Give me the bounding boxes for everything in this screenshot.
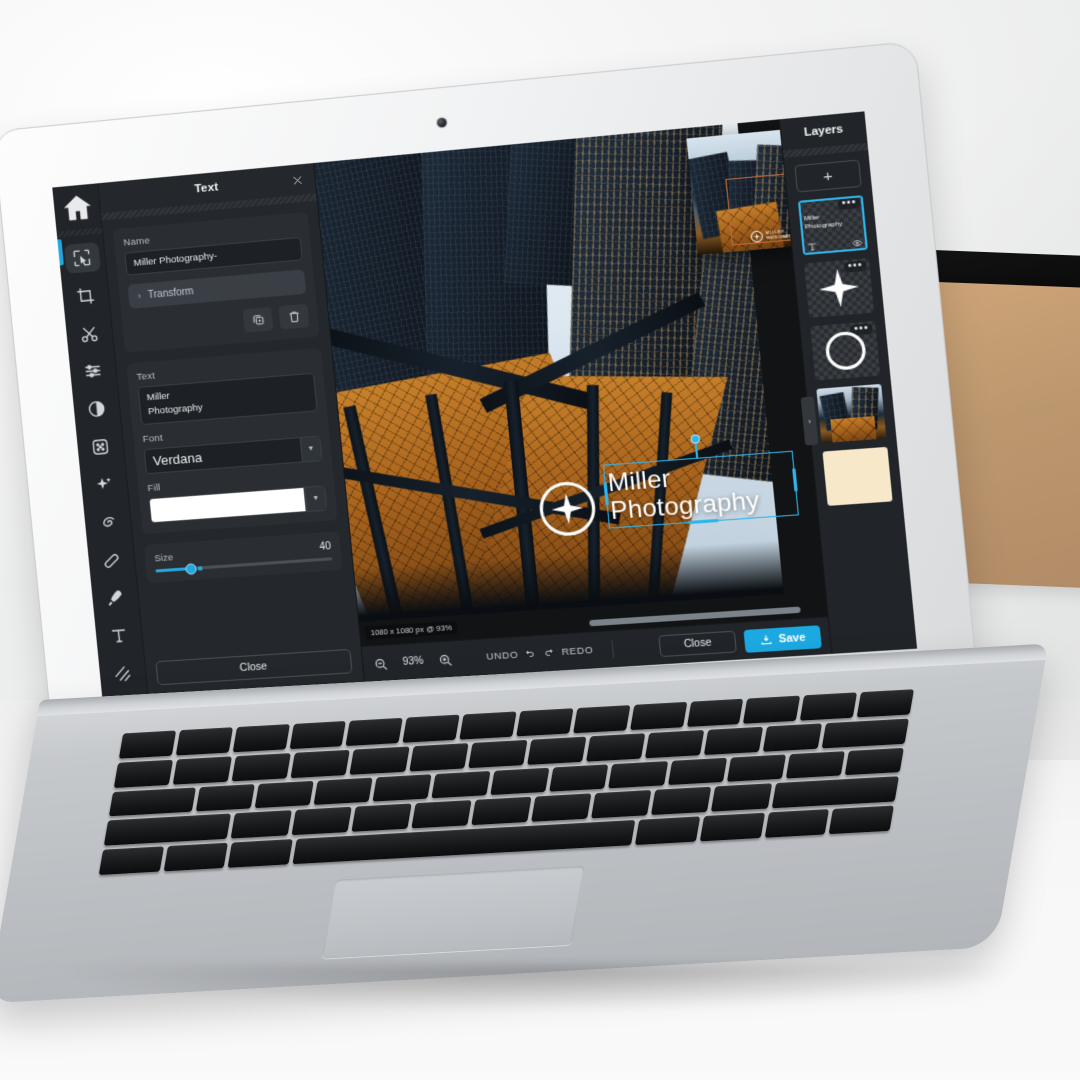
- toolbar-divider: [611, 640, 615, 659]
- tool-liquify-spiral-icon[interactable]: [89, 507, 126, 538]
- undo-button[interactable]: UNDO: [486, 648, 536, 663]
- tool-brush-icon[interactable]: [97, 583, 134, 614]
- redo-arrow-icon: [544, 647, 558, 660]
- size-slider-tick: [197, 565, 202, 571]
- panel-title: Text: [193, 181, 220, 196]
- tool-crop-icon[interactable]: [67, 280, 104, 312]
- layer-footer: [802, 235, 868, 255]
- ring-shape-thumb: [810, 321, 880, 381]
- layer-background-color[interactable]: [822, 446, 893, 506]
- undo-label: UNDO: [485, 649, 519, 663]
- star-glyph: [550, 492, 585, 525]
- size-label: Size: [153, 552, 174, 565]
- text-layer-icon: [806, 241, 818, 252]
- history-controls: UNDO REDO: [486, 644, 594, 663]
- preview-logo-icon: [750, 230, 764, 243]
- layer-circle-shape[interactable]: •••: [810, 320, 881, 381]
- size-value: 40: [318, 540, 332, 553]
- tool-cut-scissors-icon[interactable]: [71, 318, 108, 350]
- transform-accordion[interactable]: › Transform: [127, 269, 307, 309]
- tool-pattern-hatch-icon[interactable]: [104, 659, 141, 690]
- tool-text-tool-icon[interactable]: [100, 621, 137, 652]
- layer-actions: [131, 303, 310, 342]
- duplicate-icon[interactable]: [242, 306, 274, 333]
- tool-select-move-icon[interactable]: [63, 241, 101, 274]
- scene-photograph: Text Name Miller Photography- › Transfor…: [0, 0, 1080, 1080]
- zoom-in-icon[interactable]: [435, 650, 456, 670]
- add-layer-button[interactable]: +: [794, 159, 862, 193]
- trash-icon[interactable]: [278, 303, 310, 330]
- save-download-icon: [760, 633, 774, 646]
- laptop-computer: Text Name Miller Photography- › Transfor…: [0, 0, 1080, 1080]
- undo-arrow-icon: [522, 648, 536, 661]
- font-select-value: Verdana: [152, 449, 203, 469]
- photo-editor-app: Text Name Miller Photography- › Transfor…: [52, 111, 918, 699]
- chevron-down-icon: ▼: [304, 486, 327, 512]
- laptop-display: Text Name Miller Photography- › Transfor…: [52, 111, 918, 699]
- tool-effects-grid-icon[interactable]: [82, 431, 119, 462]
- zoom-controls: 93%: [371, 650, 456, 674]
- zoom-out-icon[interactable]: [371, 654, 391, 673]
- solid-color-thumb: [822, 446, 893, 506]
- laptop-base: [0, 643, 1049, 1004]
- laptop-lid: Text Name Miller Photography- › Transfor…: [0, 40, 979, 738]
- layer-menu-icon[interactable]: •••: [838, 197, 861, 210]
- save-label: Save: [778, 630, 807, 646]
- layer-photo[interactable]: [816, 383, 887, 444]
- tool-contrast-icon[interactable]: [78, 393, 115, 425]
- canvas-viewport[interactable]: Miller Photography M I L L E R PHOTOGRAP…: [314, 119, 828, 647]
- editor-close-button[interactable]: Close: [658, 630, 738, 658]
- fill-color-swatch: [149, 487, 307, 523]
- tool-home-icon[interactable]: [58, 190, 95, 227]
- chevron-right-icon: ›: [137, 290, 142, 301]
- canvas-text-layer[interactable]: Miller Photography: [606, 460, 761, 526]
- size-card: Size 40: [143, 531, 343, 584]
- chevron-down-icon: ▼: [299, 436, 322, 462]
- transform-label: Transform: [147, 285, 195, 301]
- zoom-level: 93%: [402, 655, 425, 669]
- tool-sparkle-icon[interactable]: [86, 469, 123, 500]
- layer-star-shape[interactable]: •••: [804, 258, 875, 318]
- eye-icon: [851, 237, 863, 248]
- redo-label: REDO: [561, 644, 594, 659]
- tool-heal-bandage-icon[interactable]: [93, 545, 130, 576]
- layer-caption: Miller Photography: [803, 214, 843, 231]
- building-left-c: [504, 128, 581, 287]
- layer-text[interactable]: ••• Miller Photography: [797, 195, 868, 256]
- selection-handle-right[interactable]: [792, 468, 798, 492]
- save-button[interactable]: Save: [743, 624, 822, 653]
- laptop-trackpad: [321, 865, 585, 959]
- text-card: Text Miller Photography Font Verdana ▼ F…: [126, 347, 338, 535]
- star-shape-thumb: [804, 258, 874, 318]
- size-slider-thumb[interactable]: [184, 562, 197, 575]
- laptop-contact-shadow: [60, 965, 1020, 1011]
- close-icon[interactable]: [288, 171, 306, 189]
- canvas-stage: Miller Photography M I L L E R PHOTOGRAP…: [314, 119, 832, 683]
- redo-button[interactable]: REDO: [544, 644, 594, 659]
- name-card: Name Miller Photography- › Transform: [112, 211, 320, 353]
- panel-body: Name Miller Photography- › Transform Tex…: [102, 201, 361, 662]
- tool-adjust-sliders-icon[interactable]: [75, 356, 112, 388]
- laptop-keyboard: [94, 685, 919, 879]
- photo-thumb: [816, 383, 887, 444]
- rail-divider: [56, 227, 103, 238]
